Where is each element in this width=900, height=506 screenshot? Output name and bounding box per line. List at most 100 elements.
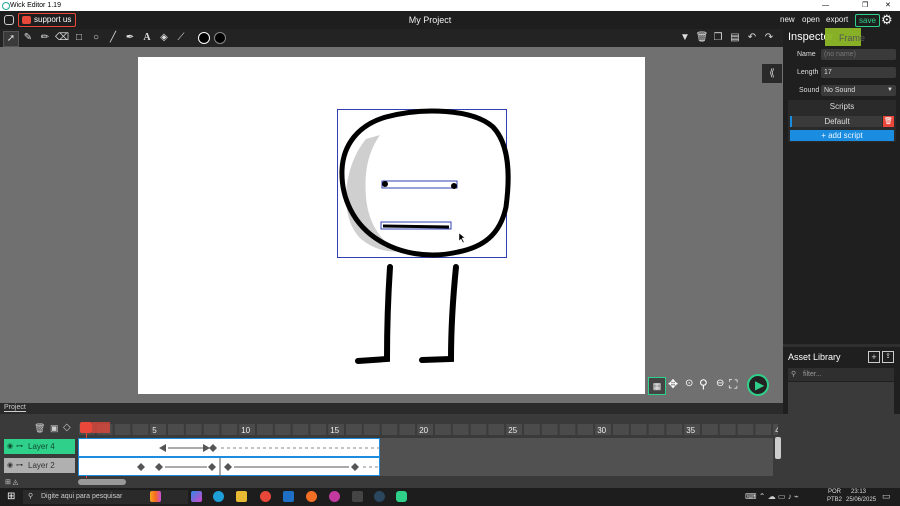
open-button[interactable]: open [802, 11, 820, 29]
layer-visibility-icon[interactable]: ◉ [7, 458, 13, 473]
delete-layer-icon[interactable]: 🗑 [34, 423, 45, 434]
script-default-button[interactable]: Default [790, 116, 882, 127]
search-highlight-icon[interactable] [150, 491, 161, 502]
export-button[interactable]: export [826, 11, 848, 29]
app-icon[interactable] [352, 491, 363, 502]
onion-skin-icon[interactable]: ⊞ ◬ [5, 478, 18, 486]
layer-visibility-icon[interactable]: ◉ [7, 439, 13, 454]
chrome-icon[interactable] [260, 491, 271, 502]
layer-name: Layer 4 [28, 442, 55, 451]
language-indicator[interactable]: POR [828, 489, 841, 495]
zoom-out-icon[interactable]: ⊖ [716, 378, 724, 389]
windows-start-icon[interactable]: ⊞ [7, 491, 15, 502]
frame-cell [167, 423, 185, 436]
fill-bucket-icon[interactable]: ◈ [157, 31, 171, 45]
timeline-vertical-scrollbar[interactable] [775, 437, 781, 459]
copy-icon[interactable]: ❐ [711, 31, 725, 45]
layer-row-active[interactable]: ◉ ⊶ Layer 4 [4, 439, 75, 454]
frame-cell [202, 423, 221, 436]
notification-icon[interactable]: ▭ [882, 491, 891, 502]
opera-icon[interactable] [329, 491, 340, 502]
taskbar-search-input[interactable]: ⚲ Digite aqui para pesquisar [23, 490, 188, 504]
maximize-button[interactable]: ❐ [862, 0, 868, 11]
text-icon[interactable]: A [140, 31, 154, 45]
pencil-icon[interactable]: ✏ [38, 31, 52, 45]
brush-icon[interactable]: ✎ [21, 31, 35, 45]
frame-ruler[interactable]: 5 10 15 20 25 30 35 4 [78, 423, 778, 436]
redo-icon[interactable]: ↷ [762, 31, 776, 45]
length-input[interactable]: 17 [821, 67, 896, 78]
steam-icon[interactable] [374, 491, 385, 502]
add-tween-icon[interactable]: ◇ [63, 422, 71, 433]
canvas-paper[interactable] [138, 57, 645, 394]
edge-icon[interactable] [213, 491, 224, 502]
layer-lock-icon[interactable]: ⊶ [16, 439, 23, 454]
copilot-icon[interactable] [191, 491, 202, 502]
paste-icon[interactable]: ▤ [728, 31, 742, 45]
trash-icon[interactable]: 🗑 [695, 31, 709, 45]
project-tab[interactable]: Project [4, 404, 26, 412]
clock-date[interactable]: 25/06/2025 [846, 497, 876, 503]
pen-icon[interactable]: ✒ [123, 31, 137, 45]
stroke-color-swatch[interactable] [214, 32, 226, 44]
asset-filter-input[interactable]: ⚲ filter... [788, 368, 894, 381]
add-frame-icon[interactable]: ▣ [50, 423, 59, 434]
frame-cell [345, 423, 363, 436]
close-button[interactable]: ✕ [885, 0, 891, 11]
layer-lock-icon[interactable]: ⊶ [16, 458, 23, 473]
left-eye [382, 181, 388, 187]
play-button[interactable]: ▶ [747, 374, 769, 396]
timeline-horizontal-scrollbar[interactable] [78, 479, 126, 485]
minimize-button[interactable]: — [822, 0, 829, 11]
fullscreen-icon[interactable]: ⛶ [729, 377, 737, 392]
rectangle-icon[interactable]: □ [72, 31, 86, 45]
drawing-figure[interactable] [138, 57, 645, 394]
scripts-header: Scripts [829, 102, 855, 111]
chevron-down-icon[interactable]: ▼ [678, 31, 692, 45]
fill-color-swatch[interactable] [198, 32, 210, 44]
add-asset-icon[interactable]: + [868, 351, 880, 363]
ellipse-icon[interactable]: ○ [89, 31, 103, 45]
line-icon[interactable]: ╱ [106, 31, 120, 45]
save-button[interactable]: save [855, 14, 880, 27]
add-script-button[interactable]: + add script [790, 130, 894, 141]
eyedropper-icon[interactable]: ⟋ [174, 31, 188, 45]
playhead[interactable] [80, 422, 92, 433]
name-input[interactable]: (no name) [821, 49, 896, 60]
frame-cell [469, 423, 488, 436]
keyboard-layout[interactable]: PTB2 [827, 497, 842, 503]
frame-cell [434, 423, 452, 436]
import-asset-icon[interactable]: ⇪ [882, 351, 894, 363]
layers-toggle-icon[interactable]: ▦ [648, 377, 666, 395]
frame-cell [558, 423, 577, 436]
sound-select[interactable]: No Sound ▼ [821, 85, 896, 96]
zoom-icon[interactable]: ⚲ [699, 377, 708, 391]
file-explorer-icon[interactable] [236, 491, 247, 502]
tray-icons[interactable]: ⌨ ⌃ ☁ ▭ ♪ ⌁ [745, 492, 799, 501]
new-button[interactable]: new [780, 11, 795, 29]
frame-block-layer4[interactable] [78, 438, 381, 457]
recenter-icon[interactable]: ⊙ [685, 378, 693, 389]
clock-time[interactable]: 23:13 [851, 489, 866, 495]
cursor-icon[interactable]: ➚ [3, 31, 19, 47]
pan-icon[interactable]: ✥ [668, 377, 678, 391]
frame-block-layer2[interactable] [78, 457, 381, 477]
wick-editor-taskbar-icon[interactable] [396, 491, 407, 502]
asset-library-panel: Asset Library + ⇪ ⚲ filter... [783, 347, 900, 414]
windows-taskbar: ⊞ ⚲ Digite aqui para pesquisar ⌨ ⌃ ☁ ▭ ♪… [0, 488, 900, 506]
layer-row[interactable]: ◉ ⊶ Layer 2 [4, 458, 75, 473]
outlook-icon[interactable] [283, 491, 294, 502]
frame-cell [256, 423, 274, 436]
eraser-icon[interactable]: ⌫ [55, 31, 69, 45]
frame-cell [451, 423, 470, 436]
collapse-inspector-button[interactable]: ⟪ [762, 64, 782, 83]
delete-script-icon[interactable]: 🗑 [883, 116, 894, 127]
timeline-panel: Project 🗑 ▣ ◇ 5 10 15 20 25 30 35 4 ◉ ⊶ Layer 4… [0, 403, 783, 488]
settings-gear-icon[interactable]: ⚙ [881, 13, 893, 27]
undo-icon[interactable]: ↶ [745, 31, 759, 45]
frame-cell [523, 423, 541, 436]
frame-tick-label: 15 [330, 426, 339, 435]
frame-tick-label: 30 [597, 426, 606, 435]
frame-cell [131, 423, 150, 436]
firefox-icon[interactable] [306, 491, 317, 502]
